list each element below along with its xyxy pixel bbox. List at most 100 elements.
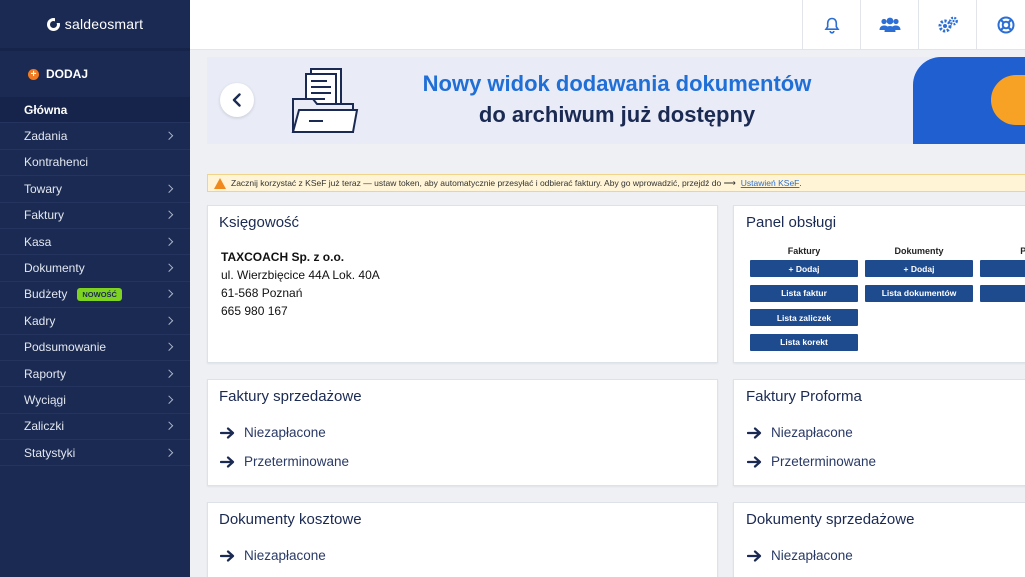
sidebar-item-label: Towary: [24, 181, 63, 196]
panel-column-heading: Podsu: [980, 246, 1025, 256]
unpaid-link[interactable]: Niezapłacone: [220, 425, 326, 440]
panel-column-heading: Dokumenty: [894, 246, 944, 256]
ksef-settings-link[interactable]: Ustawień KSeF: [741, 178, 800, 188]
promo-banner[interactable]: Nowy widok dodawania dokumentów do archi…: [207, 57, 1025, 144]
chevron-right-icon: [164, 289, 174, 299]
divider: [0, 48, 190, 51]
chevron-right-icon: [164, 210, 174, 220]
chevron-left-icon: [232, 93, 241, 107]
users-button[interactable]: [860, 0, 918, 50]
company-name: TAXCOACH Sp. z o.o.: [221, 250, 345, 264]
card-title: Faktury sprzedażowe: [219, 388, 362, 405]
add-button[interactable]: + DODAJ: [0, 53, 190, 95]
sidebar-item-label: Raporty: [24, 366, 67, 381]
arrow-right-icon: [220, 426, 235, 439]
panel-button[interactable]: Lista zaliczek: [750, 309, 858, 327]
company-city: 61-568 Poznań: [221, 286, 303, 300]
sidebar-item-label: Kadry: [24, 313, 56, 328]
company-address: TAXCOACH Sp. z o.o. ul. Wierzbięcice 44A…: [221, 248, 380, 320]
panel-column-heading: Faktury: [787, 246, 821, 256]
sales-documents-card: Dokumenty sprzedażowe Niezapłacone: [733, 502, 1025, 577]
chevron-right-icon: [164, 369, 174, 378]
chevron-right-icon: [164, 131, 174, 141]
lifebuoy-icon: [997, 16, 1014, 34]
link-label: Niezapłacone: [244, 548, 326, 563]
card-title: Panel obsługi: [746, 214, 837, 231]
app-logo[interactable]: saldeosmart: [0, 0, 190, 48]
panel-button[interactable]: B: [980, 260, 1025, 277]
company-street: ul. Wierzbięcice 44A Lok. 40A: [221, 268, 380, 282]
cost-documents-card: Dokumenty kosztowe Niezapłacone: [207, 502, 718, 577]
arrow-right-icon: [220, 549, 235, 562]
panel-button[interactable]: Lista dokumentów: [865, 284, 973, 302]
users-icon: [879, 17, 900, 32]
service-panel-card: Panel obsługi Faktury + Dodaj Lista faktur…: [733, 205, 1025, 363]
help-button[interactable]: [976, 0, 1025, 50]
sidebar-item-kadry[interactable]: Kadry: [0, 308, 190, 335]
card-title: Księgowość: [219, 214, 300, 231]
link-label: Przeterminowane: [771, 454, 877, 469]
plus-circle-icon: +: [28, 68, 39, 80]
sidebar: saldeosmart + DODAJ Główna Zadania Kontrah…: [0, 0, 190, 577]
accounting-card: Księgowość TAXCOACH Sp. z o.o. ul. Wierz…: [207, 205, 718, 363]
chevron-right-icon: [164, 395, 174, 404]
company-phone: 665 980 167: [221, 304, 288, 318]
notice-text: Zacznij korzystać z KSeF już teraz — ust…: [231, 177, 736, 188]
proforma-invoices-card: Faktury Proforma Niezapłacone Przetermin…: [733, 379, 1025, 486]
sidebar-item-dokumenty[interactable]: Dokumenty: [0, 255, 190, 282]
sidebar-item-label: Zaliczki: [24, 419, 65, 434]
sidebar-item-label: Statystyki: [24, 445, 76, 460]
link-label: Przeterminowane: [244, 454, 350, 469]
panel-button[interactable]: + Dodaj: [750, 260, 858, 277]
sidebar-nav: Główna Zadania Kontrahenci Towary Faktury Kas…: [0, 97, 190, 467]
sidebar-item-label: Kasa: [24, 234, 52, 249]
sidebar-item-towary[interactable]: Towary: [0, 176, 190, 203]
chevron-right-icon: [164, 184, 174, 193]
overdue-link[interactable]: Przeterminowane: [220, 454, 349, 469]
chevron-right-icon: [164, 237, 174, 246]
unpaid-link[interactable]: Niezapłacone: [747, 548, 853, 563]
new-badge: NOWOŚĆ: [77, 287, 122, 301]
arrow-right-icon: [747, 426, 762, 439]
link-label: Niezapłacone: [771, 425, 853, 440]
sidebar-item-raporty[interactable]: Raporty: [0, 361, 190, 388]
sidebar-item-statystyki[interactable]: Statystyki: [0, 440, 190, 467]
overdue-link[interactable]: Przeterminowane: [747, 454, 876, 469]
link-label: Niezapłacone: [244, 425, 326, 440]
sidebar-item-label: Kontrahenci: [24, 155, 89, 170]
sidebar-item-kasa[interactable]: Kasa: [0, 229, 190, 256]
panel-button[interactable]: Lista faktur: [750, 284, 858, 302]
unpaid-link[interactable]: Niezapłacone: [747, 425, 853, 440]
sidebar-item-podsumowanie[interactable]: Podsumowanie: [0, 335, 190, 361]
sidebar-item-zadania[interactable]: Zadania: [0, 123, 190, 150]
banner-prev-button[interactable]: [220, 83, 254, 117]
document-folder-icon: [291, 68, 359, 133]
chevron-right-icon: [164, 263, 174, 272]
gears-icon: [938, 16, 958, 33]
sidebar-item-glowna[interactable]: Główna: [0, 97, 190, 124]
banner-headline: Nowy widok dodawania dokumentów: [422, 71, 812, 96]
sidebar-item-kontrahenci[interactable]: Kontrahenci: [0, 150, 190, 177]
notifications-button[interactable]: [802, 0, 860, 50]
panel-button[interactable]: Ks: [980, 284, 1025, 302]
card-title: Dokumenty kosztowe: [219, 511, 362, 528]
sidebar-item-faktury[interactable]: Faktury: [0, 203, 190, 229]
arrow-right-icon: [220, 455, 235, 468]
notice-suffix: .: [799, 178, 802, 188]
chevron-right-icon: [164, 448, 174, 457]
arrow-right-icon: [747, 549, 762, 562]
sidebar-item-label: Zadania: [24, 129, 68, 144]
chevron-right-icon: [164, 342, 174, 352]
sidebar-item-label: Wyciągi: [24, 392, 66, 407]
panel-button[interactable]: Lista korekt: [750, 333, 858, 351]
link-label: Niezapłacone: [771, 548, 853, 563]
unpaid-link[interactable]: Niezapłacone: [220, 548, 326, 563]
settings-button[interactable]: [918, 0, 976, 50]
panel-button[interactable]: + Dodaj: [865, 260, 973, 277]
top-bar: [190, 0, 1025, 50]
sidebar-item-zaliczki[interactable]: Zaliczki: [0, 414, 190, 441]
sidebar-item-wyciagi[interactable]: Wyciągi: [0, 387, 190, 414]
sidebar-item-label: Budżety: [24, 287, 68, 302]
sidebar-item-budzety[interactable]: Budżety NOWOŚĆ: [0, 282, 190, 309]
sidebar-item-label: Dokumenty: [24, 261, 85, 276]
